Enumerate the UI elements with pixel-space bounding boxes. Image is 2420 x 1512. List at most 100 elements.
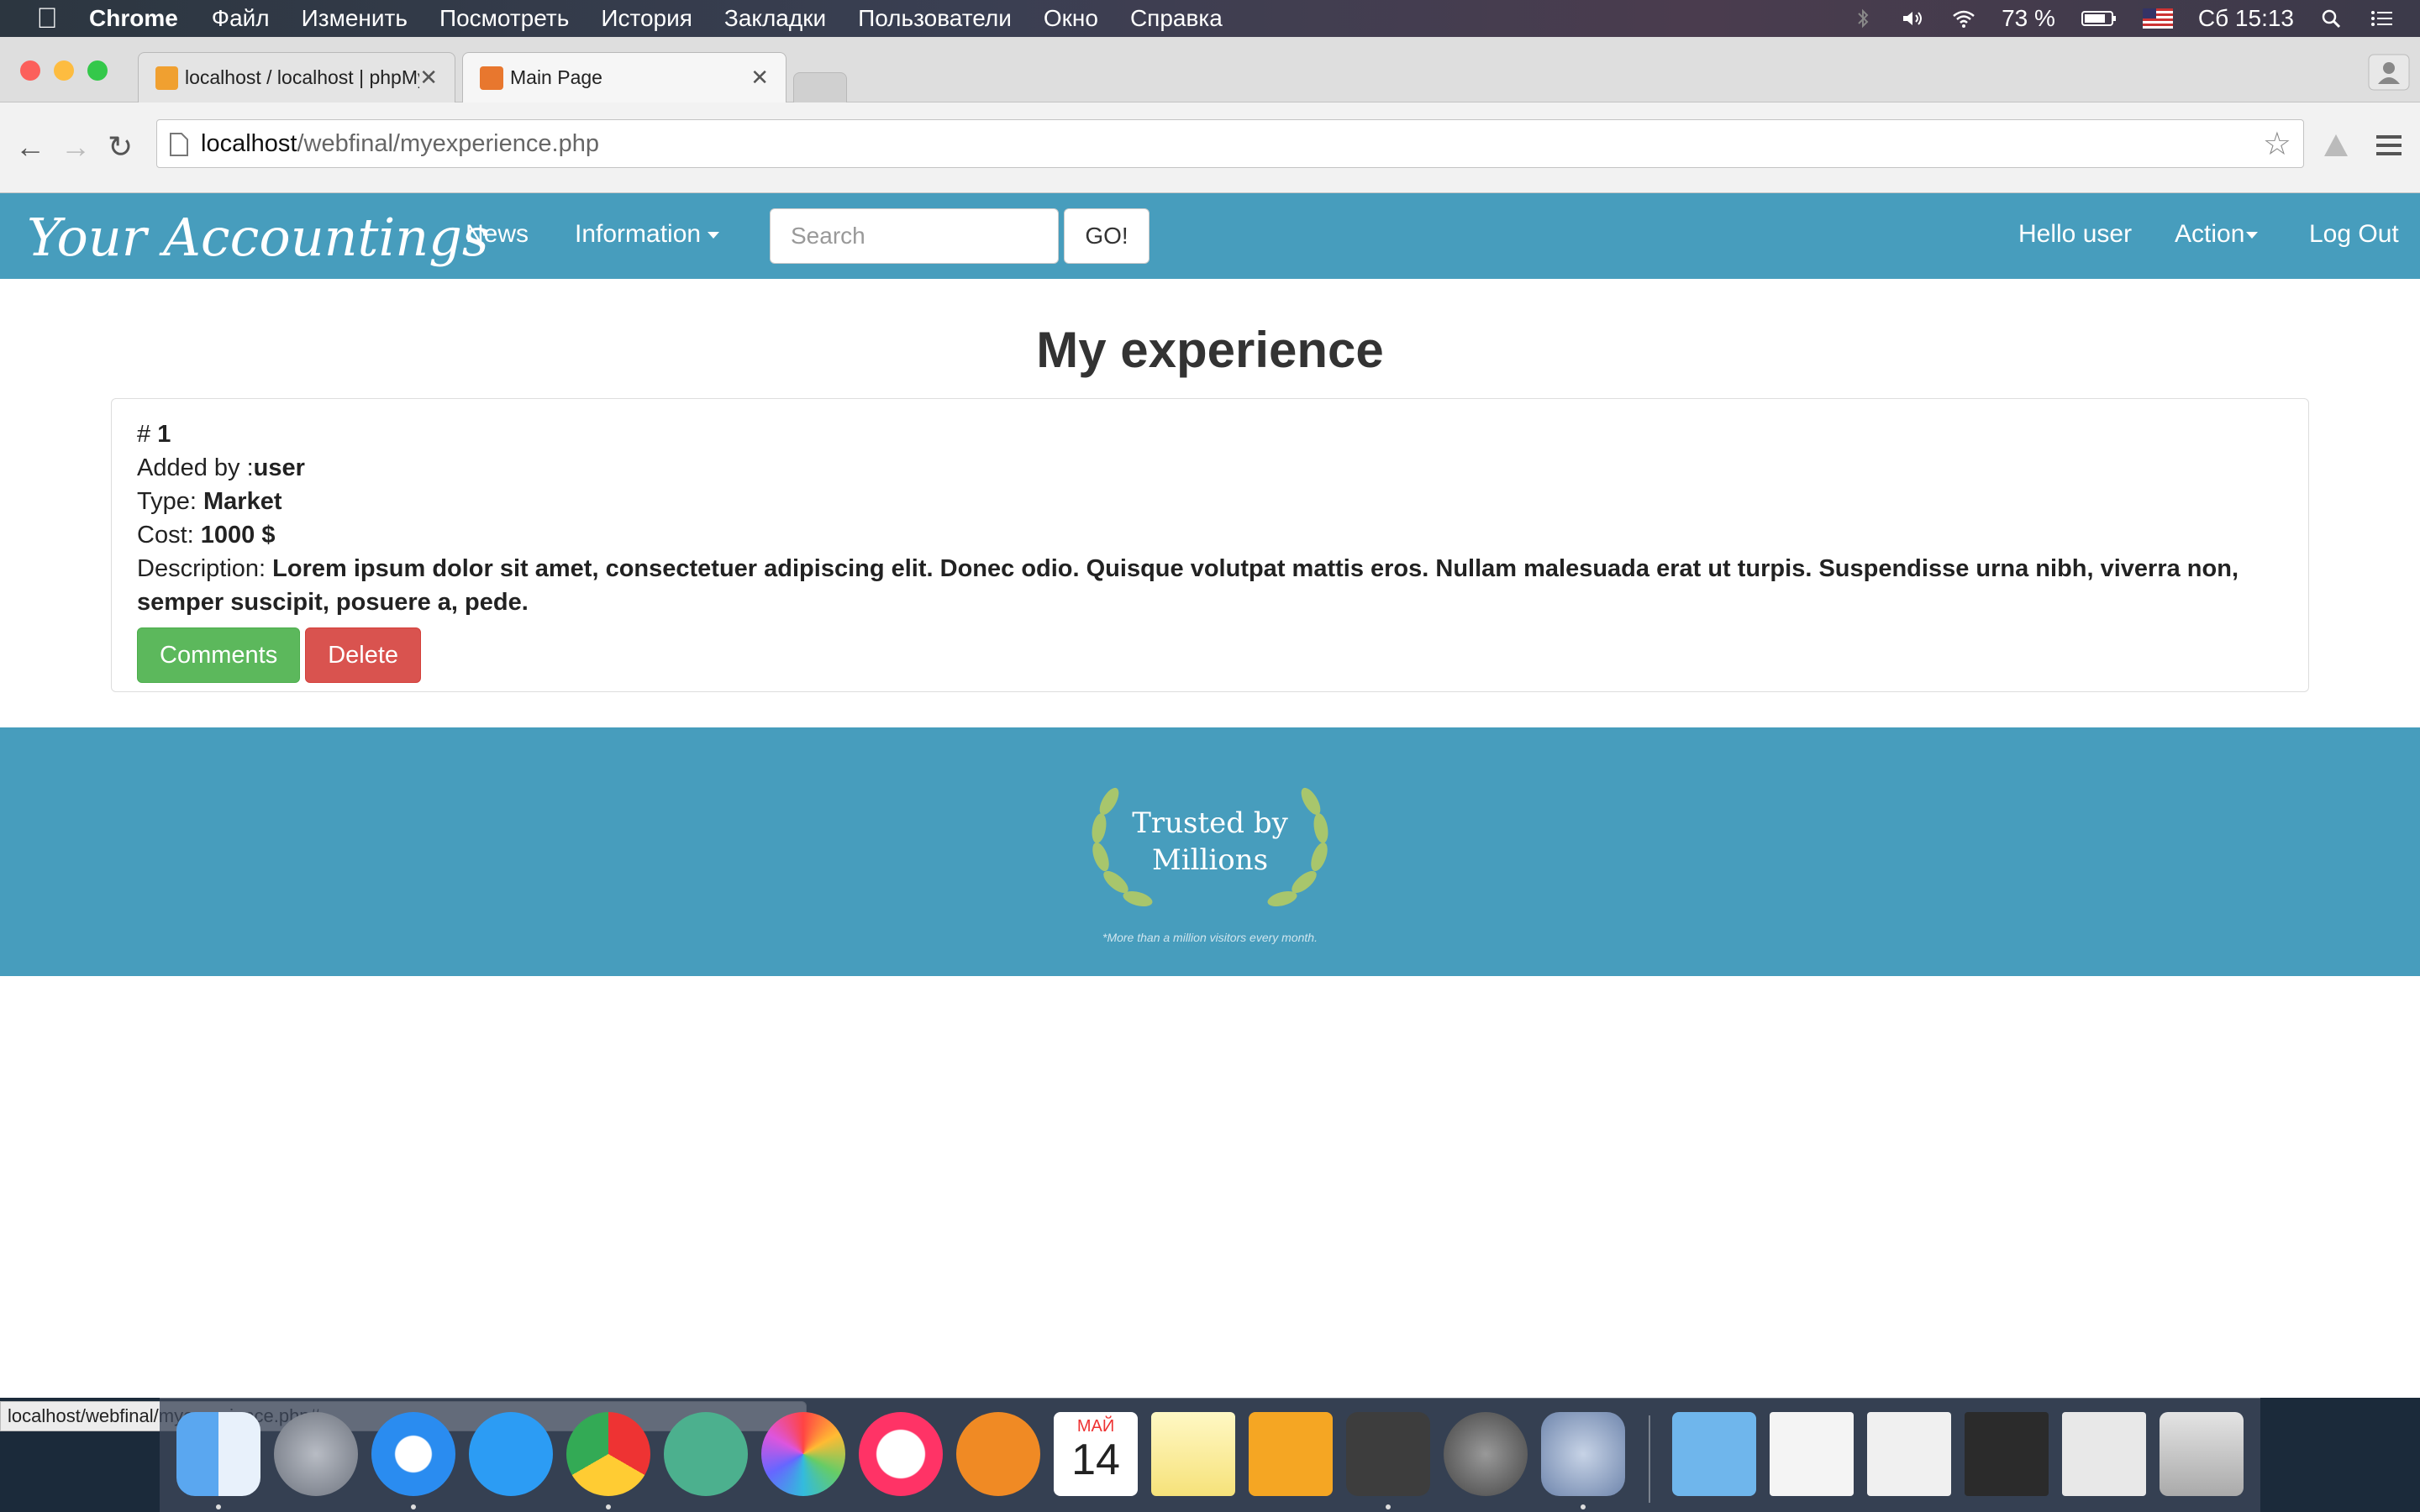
minimized-window-thumbnail[interactable]	[1867, 1412, 1951, 1496]
bluetooth-icon[interactable]	[1850, 8, 1876, 29]
menu-help[interactable]: Справка	[1130, 5, 1223, 32]
profile-icon[interactable]	[2368, 54, 2410, 91]
sublime-text-icon[interactable]	[1346, 1412, 1430, 1496]
menu-view[interactable]: Посмотреть	[439, 5, 569, 32]
delete-button[interactable]: Delete	[305, 627, 422, 683]
dock-separator	[1649, 1415, 1650, 1503]
page-icon	[170, 133, 188, 156]
battery-percent: 73 %	[2002, 5, 2055, 31]
apple-menu-icon[interactable]: 	[30, 3, 64, 35]
menu-file[interactable]: Файл	[212, 5, 270, 32]
system-preferences-icon[interactable]	[1444, 1412, 1528, 1496]
entry-description-row: Description: Lorem ipsum dolor sit amet,…	[137, 552, 2283, 619]
close-tab-icon[interactable]: ✕	[419, 65, 438, 91]
entry-added-by: user	[253, 454, 305, 481]
experience-card: # 1 Added by :user Type: Market Cost: 10…	[111, 398, 2309, 692]
us-flag-icon[interactable]	[2142, 8, 2173, 29]
minimize-window-button[interactable]	[54, 60, 74, 81]
downloads-folder-icon[interactable]	[1672, 1412, 1756, 1496]
trash-icon[interactable]	[2160, 1412, 2244, 1496]
spotlight-search-icon[interactable]	[2319, 8, 2344, 29]
menu-clock[interactable]: Сб 15:13	[2198, 5, 2294, 32]
new-tab-button[interactable]	[793, 72, 847, 102]
calendar-day: 14	[1071, 1436, 1120, 1484]
ibooks-icon[interactable]	[956, 1412, 1040, 1496]
menu-history[interactable]: История	[601, 5, 692, 32]
menu-app-name[interactable]: Chrome	[89, 5, 178, 32]
notification-center-icon[interactable]	[2370, 8, 2395, 29]
search-go-button[interactable]: GO!	[1064, 208, 1150, 264]
nav-action-dropdown[interactable]: Action	[2175, 220, 2259, 249]
itunes-icon[interactable]	[859, 1412, 943, 1496]
site-brand[interactable]: Your Accountings	[27, 207, 489, 268]
site-footer: Trusted by Millions *More than a million…	[0, 727, 2420, 976]
entry-type-row: Type: Market	[137, 485, 2283, 518]
menu-edit[interactable]: Изменить	[302, 5, 408, 32]
menu-extras: 73 % Сб 15:13	[1850, 5, 2395, 32]
url-path: /webfinal/myexperience.php	[297, 129, 599, 157]
comments-button[interactable]: Comments	[137, 627, 301, 683]
running-indicator	[606, 1504, 611, 1509]
photos-icon[interactable]	[761, 1412, 845, 1496]
macos-menu-bar:  Chrome Файл Изменить Посмотреть Истори…	[0, 0, 2420, 37]
entry-description-label: Description:	[137, 555, 273, 582]
entry-id-row: # 1	[137, 417, 2283, 451]
minimized-window-thumbnail[interactable]	[1965, 1412, 2049, 1496]
finder-icon[interactable]	[176, 1412, 260, 1496]
pages-icon[interactable]	[1249, 1412, 1333, 1496]
app-store-icon[interactable]	[469, 1412, 553, 1496]
battery-icon[interactable]	[2081, 8, 2118, 29]
entry-type: Market	[203, 488, 282, 515]
safari-icon[interactable]	[371, 1412, 455, 1496]
back-arrow-icon[interactable]: ←	[15, 129, 45, 165]
reload-icon[interactable]: ↻	[108, 129, 133, 165]
tab-phpmyadmin[interactable]: localhost / localhost | phpMy ✕	[138, 52, 455, 102]
address-bar[interactable]: localhost/webfinal/myexperience.php ☆	[156, 119, 2304, 168]
web-page: Your Accountings News Information GO! He…	[0, 193, 2420, 1398]
menu-window[interactable]: Окно	[1044, 5, 1098, 32]
close-window-button[interactable]	[20, 60, 40, 81]
macos-dock: МАЙ 14	[160, 1398, 2260, 1512]
launchpad-icon[interactable]	[274, 1412, 358, 1496]
menu-people[interactable]: Пользователи	[858, 5, 1012, 32]
phpmyadmin-favicon-icon	[155, 66, 178, 90]
chrome-menu-icon[interactable]	[2375, 131, 2403, 160]
volume-icon[interactable]	[1901, 8, 1926, 29]
wifi-icon[interactable]	[1951, 8, 1976, 29]
bookmark-star-icon[interactable]: ☆	[2263, 125, 2291, 163]
site-navbar: Your Accountings News Information GO! He…	[0, 193, 2420, 279]
chrome-icon[interactable]	[566, 1412, 650, 1496]
tab-strip: localhost / localhost | phpMy ✕ Main Pag…	[0, 37, 2420, 102]
close-tab-icon[interactable]: ✕	[750, 65, 769, 91]
calendar-icon[interactable]: МАЙ 14	[1054, 1412, 1138, 1496]
search-input[interactable]	[770, 208, 1059, 264]
nav-information-label: Information	[575, 220, 702, 248]
entry-type-label: Type:	[137, 488, 203, 515]
badge-line-1: Trusted by	[1132, 806, 1288, 840]
settings-gear-icon[interactable]	[1541, 1412, 1625, 1496]
zoom-window-button[interactable]	[87, 60, 108, 81]
entry-id-label: #	[137, 421, 158, 448]
tab-main-page[interactable]: Main Page ✕	[462, 52, 786, 102]
minimized-window-thumbnail[interactable]	[2062, 1412, 2146, 1496]
entry-added-label: Added by :	[137, 454, 254, 481]
atom-icon[interactable]	[664, 1412, 748, 1496]
nav-greeting[interactable]: Hello user	[2018, 220, 2132, 249]
menu-bookmarks[interactable]: Закладки	[724, 5, 826, 32]
notes-icon[interactable]	[1151, 1412, 1235, 1496]
running-indicator	[1386, 1504, 1391, 1509]
entry-description: Lorem ipsum dolor sit amet, consectetuer…	[137, 555, 2239, 616]
page-title: My experience	[1036, 322, 1384, 378]
nav-information-dropdown[interactable]: Information	[575, 220, 720, 249]
extension-icon[interactable]	[2319, 131, 2353, 161]
trusted-badge-text: Trusted by Millions	[1118, 805, 1302, 879]
nav-news[interactable]: News	[466, 220, 529, 249]
minimized-window-thumbnail[interactable]	[1770, 1412, 1854, 1496]
forward-arrow-icon[interactable]: →	[60, 129, 91, 165]
badge-line-2: Millions	[1151, 843, 1269, 877]
running-indicator	[216, 1504, 221, 1509]
running-indicator	[411, 1504, 416, 1509]
entry-added-row: Added by :user	[137, 451, 2283, 485]
calendar-month: МАЙ	[1076, 1417, 1115, 1436]
nav-logout[interactable]: Log Out	[2309, 220, 2399, 249]
